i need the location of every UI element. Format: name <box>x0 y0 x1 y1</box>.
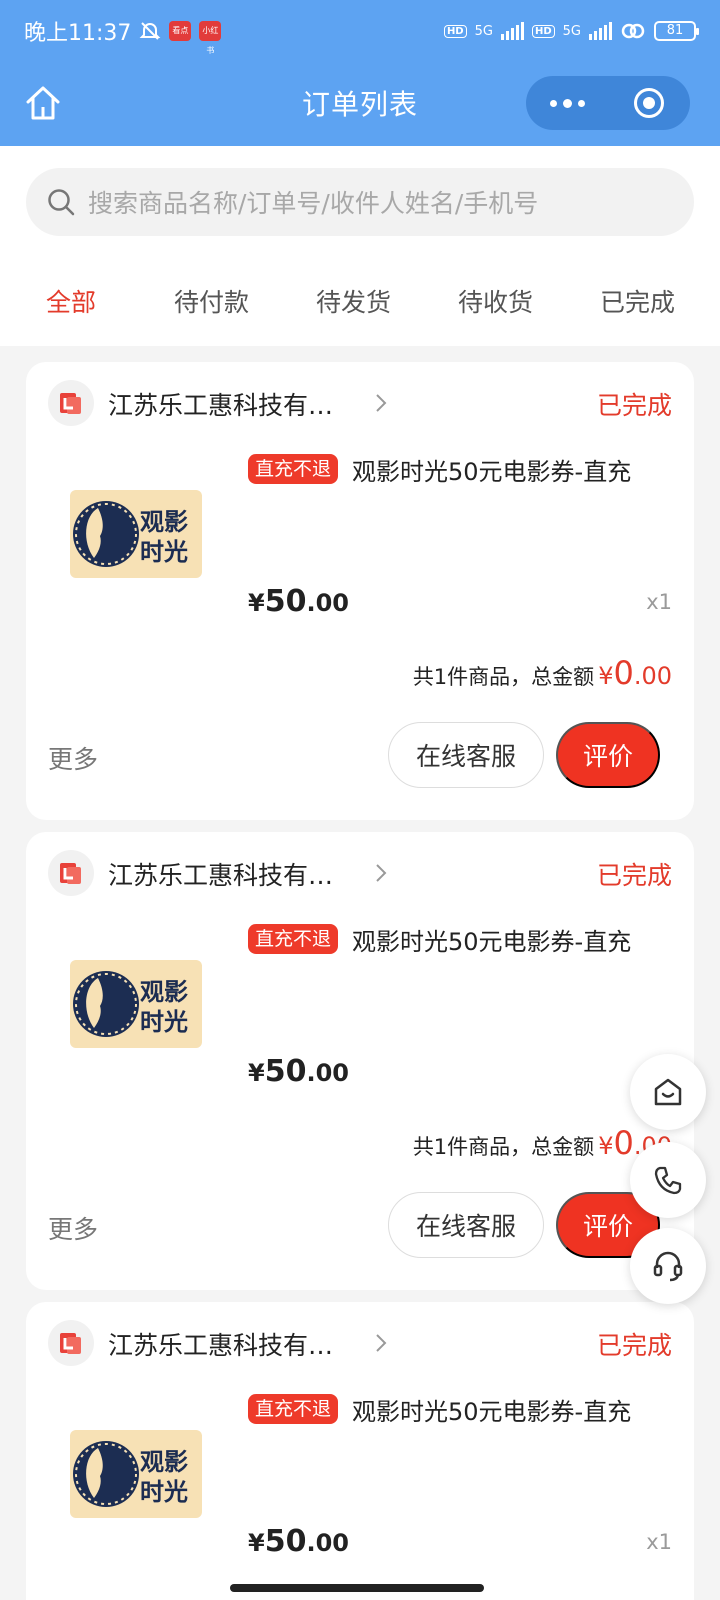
product-name[interactable]: 观影时光50元电影券-直充 <box>352 1392 631 1427</box>
chevron-right-icon <box>376 864 387 882</box>
search-input[interactable]: 搜索商品名称/订单号/收件人姓名/手机号 <box>26 168 694 236</box>
customer-service-float-button[interactable] <box>630 1228 706 1304</box>
product-thumbnail[interactable]: 观影 时光 <box>70 490 202 578</box>
app-badge-kandian: 看点 <box>169 21 192 41</box>
order-status: 已完成 <box>596 391 672 420</box>
thumb-text-line2: 时光 <box>140 1478 188 1506</box>
online-service-button[interactable]: 在线客服 <box>388 722 544 788</box>
review-button[interactable]: 评价 <box>556 722 660 788</box>
hd-icon: HD <box>443 24 467 38</box>
more-link[interactable]: 更多 <box>48 740 98 776</box>
order-card[interactable]: 江苏乐工惠科技有限公司 已完成 观影 时光 直充不退 观影时光50元电影券-直充… <box>26 362 694 820</box>
product-tag: 直充不退 <box>248 924 339 954</box>
store-logo <box>48 850 94 896</box>
tab-all[interactable]: 全部 <box>46 283 96 319</box>
thumb-text-line1: 观影 <box>140 508 188 536</box>
store-logo <box>48 380 94 426</box>
thumb-text-line1: 观影 <box>140 1448 188 1476</box>
product-tag: 直充不退 <box>248 1394 339 1424</box>
phone-icon <box>654 1166 682 1195</box>
online-service-button[interactable]: 在线客服 <box>388 1192 544 1258</box>
store-row[interactable]: 江苏乐工惠科技有限公司 已完成 <box>26 1302 694 1386</box>
network-type: 5G <box>474 23 493 39</box>
order-card[interactable]: 江苏乐工惠科技有限公司 已完成 观影 时光 直充不退 观影时光50元电影券-直充… <box>26 1302 694 1600</box>
store-row[interactable]: 江苏乐工惠科技有限公司 已完成 <box>26 832 694 916</box>
phone-float-button[interactable] <box>630 1142 706 1218</box>
home-indicator[interactable] <box>230 1584 484 1592</box>
tab-completed[interactable]: 已完成 <box>600 283 675 319</box>
thumb-text-line1: 观影 <box>140 978 188 1006</box>
more-options-icon[interactable] <box>526 98 608 108</box>
product-quantity: x1 <box>646 1530 672 1554</box>
status-time: 晚上11:37 <box>24 21 132 46</box>
product-thumbnail[interactable]: 观影 时光 <box>70 960 202 1048</box>
signal-icon-2 <box>589 22 612 40</box>
thumb-text-line2: 时光 <box>140 1008 188 1036</box>
search-area: 搜索商品名称/订单号/收件人姓名/手机号 全部 待付款 待发货 待收货 已完成 <box>0 146 720 346</box>
product-tag: 直充不退 <box>248 454 339 484</box>
app-badge-xiaohongshu: 小红书 <box>199 21 222 55</box>
network-type-2: 5G <box>562 23 581 39</box>
order-card[interactable]: 江苏乐工惠科技有限公司 已完成 观影 时光 直充不退 观影时光50元电影券-直充… <box>26 832 694 1290</box>
store-name: 江苏乐工惠科技有限公司 <box>108 861 348 890</box>
order-tabs: 全部 待付款 待发货 待收货 已完成 <box>0 276 720 326</box>
link-icon <box>621 23 645 39</box>
store-logo <box>48 1320 94 1366</box>
chevron-right-icon <box>376 394 387 412</box>
tab-pending-receipt[interactable]: 待收货 <box>458 283 533 319</box>
order-status: 已完成 <box>596 861 672 890</box>
search-placeholder: 搜索商品名称/订单号/收件人姓名/手机号 <box>88 189 539 218</box>
header: 晚上11:37 看点 小红书 HD 5G HD 5G 81 订单列表 <box>0 0 720 146</box>
product-price: ¥50.00 <box>248 584 349 619</box>
hd-icon-2: HD <box>531 24 555 38</box>
store-name: 江苏乐工惠科技有限公司 <box>108 1331 348 1360</box>
product-thumbnail[interactable]: 观影 时光 <box>70 1430 202 1518</box>
product-name[interactable]: 观影时光50元电影券-直充 <box>352 922 631 957</box>
order-status: 已完成 <box>596 1331 672 1360</box>
shop-float-button[interactable] <box>630 1054 706 1130</box>
mute-bell-icon <box>139 22 161 40</box>
battery-icon: 81 <box>654 21 699 41</box>
tab-pending-shipment[interactable]: 待发货 <box>316 283 391 319</box>
close-target-icon[interactable] <box>608 88 690 118</box>
headset-icon <box>653 1251 683 1282</box>
status-bar: 晚上11:37 看点 小红书 HD 5G HD 5G 81 <box>0 0 720 62</box>
order-total: 0 <box>613 654 634 692</box>
thumb-text-line2: 时光 <box>140 538 188 566</box>
tab-pending-payment[interactable]: 待付款 <box>174 283 249 319</box>
summary-label: 共1件商品，总金额 <box>412 1135 595 1159</box>
nav-bar: 订单列表 <box>0 72 720 134</box>
order-summary: 共1件商品，总金额 ¥ 0 .00 <box>412 1124 672 1162</box>
page-title: 订单列表 <box>301 88 418 121</box>
signal-icon <box>500 22 524 40</box>
search-icon <box>48 189 75 216</box>
mini-program-capsule <box>526 76 690 130</box>
product-quantity: x1 <box>646 590 672 614</box>
shop-icon <box>654 1078 682 1106</box>
more-link[interactable]: 更多 <box>48 1210 98 1246</box>
product-price: ¥50.00 <box>248 1524 349 1559</box>
store-name: 江苏乐工惠科技有限公司 <box>108 391 348 420</box>
home-icon[interactable] <box>22 82 64 124</box>
product-name[interactable]: 观影时光50元电影券-直充 <box>352 452 631 487</box>
chevron-right-icon <box>376 1334 387 1352</box>
product-price: ¥50.00 <box>248 1054 349 1089</box>
store-row[interactable]: 江苏乐工惠科技有限公司 已完成 <box>26 362 694 446</box>
order-summary: 共1件商品，总金额 ¥ 0 .00 <box>412 654 672 692</box>
order-total: 0 <box>613 1124 634 1162</box>
summary-label: 共1件商品，总金额 <box>412 665 595 689</box>
